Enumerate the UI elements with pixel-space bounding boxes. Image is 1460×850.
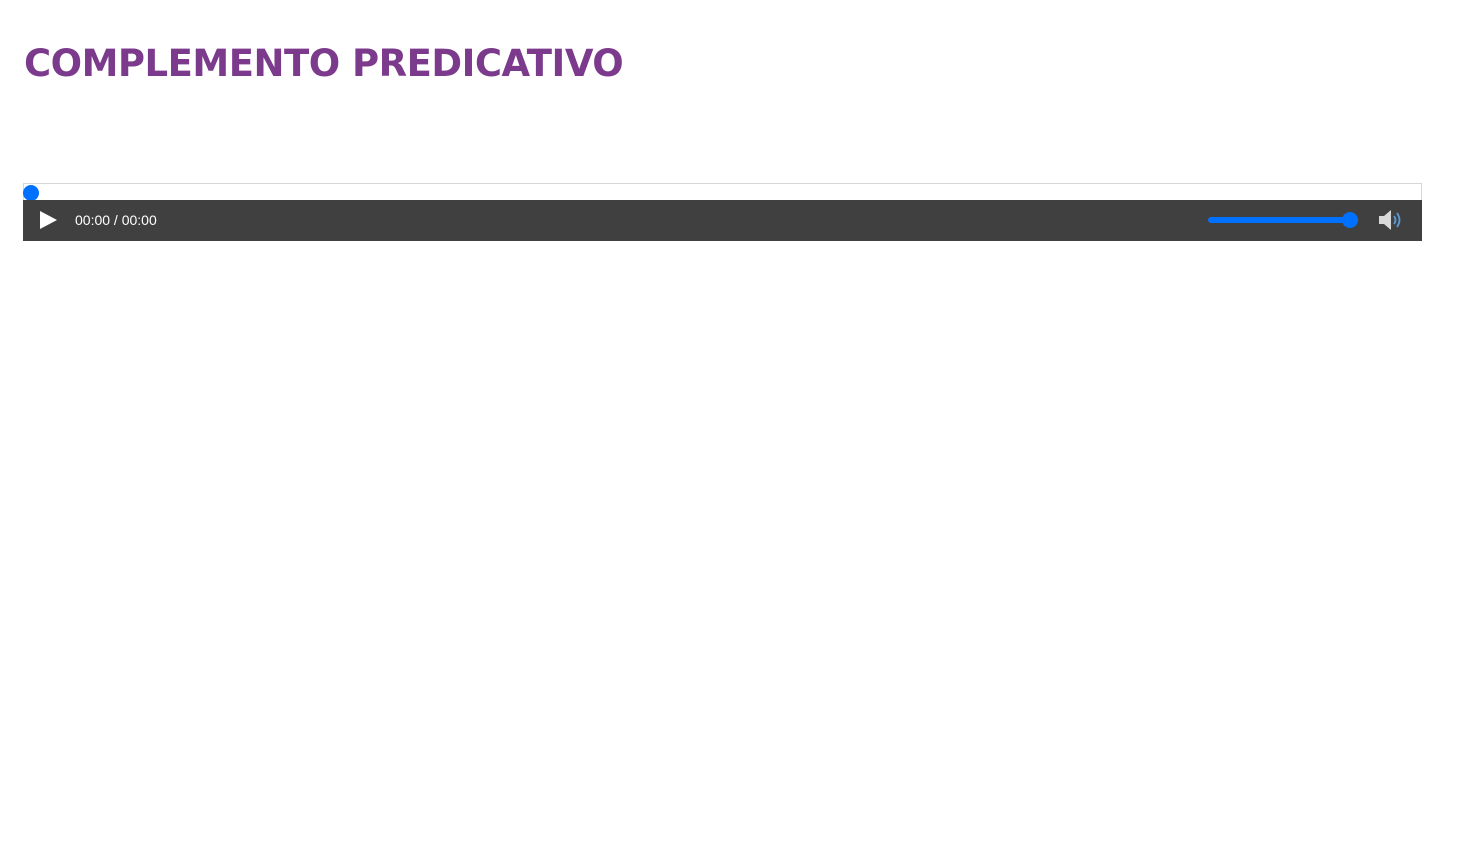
time-display: 00:00 / 00:00: [75, 212, 157, 228]
progress-bar[interactable]: [23, 183, 1422, 201]
progress-handle[interactable]: [23, 185, 39, 201]
volume-handle[interactable]: [1342, 212, 1358, 228]
play-icon: [40, 211, 57, 229]
volume-track: [1208, 217, 1358, 223]
speaker-volume-icon: [1379, 210, 1401, 230]
control-bar: 00:00 / 00:00: [23, 200, 1422, 241]
play-button[interactable]: [37, 209, 59, 231]
volume-slider[interactable]: [1208, 209, 1358, 231]
page-title: COMPLEMENTO PREDICATIVO: [24, 42, 624, 85]
volume-fill: [1208, 217, 1358, 223]
audio-player: 00:00 / 00:00: [23, 183, 1422, 241]
mute-button[interactable]: [1377, 207, 1405, 233]
